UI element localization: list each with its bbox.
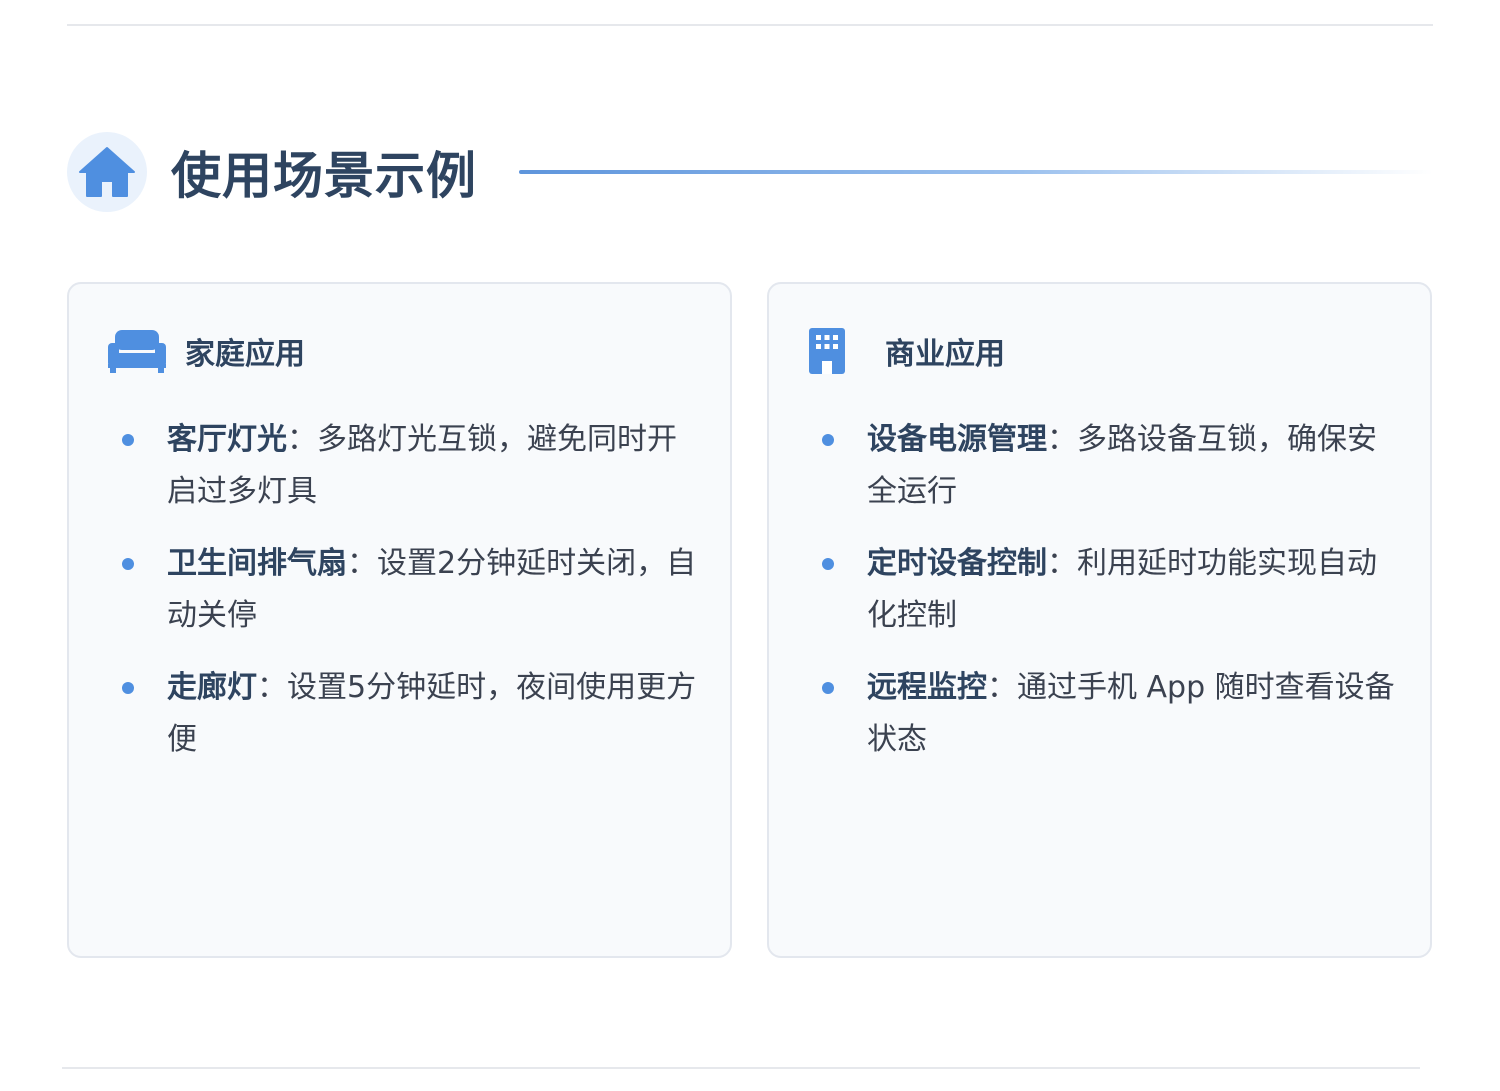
bottom-divider — [62, 1067, 1420, 1069]
bullet-icon — [122, 558, 134, 570]
sofa-icon — [107, 326, 169, 376]
card-header: 商业应用 — [807, 326, 1005, 376]
list-item: 走廊灯：设置5分钟延时，夜间使用更方便 — [69, 662, 730, 766]
scenario-list: 设备电源管理：多路设备互锁，确保安全运行 定时设备控制：利用延时功能实现自动化控… — [769, 414, 1430, 786]
section-title: 使用场景示例 — [171, 147, 477, 205]
item-label: 卫生间排气扇 — [167, 546, 347, 581]
card-header: 家庭应用 — [107, 326, 305, 376]
item-separator: ： — [287, 422, 317, 457]
item-label: 走廊灯 — [167, 670, 257, 705]
page: 使用场景示例 家庭应用 客厅灯光：多路灯光互锁，避免同时开启过多灯具 卫生间排气… — [0, 0, 1500, 1091]
building-icon — [807, 326, 869, 376]
bullet-icon — [822, 682, 834, 694]
list-item: 卫生间排气扇：设置2分钟延时关闭，自动关停 — [69, 538, 730, 642]
list-item: 客厅灯光：多路灯光互锁，避免同时开启过多灯具 — [69, 414, 730, 518]
item-label: 远程监控 — [867, 670, 987, 705]
item-separator: ： — [1047, 422, 1077, 457]
card-title: 家庭应用 — [185, 337, 305, 372]
home-icon — [79, 147, 135, 197]
bullet-icon — [122, 682, 134, 694]
bullet-icon — [822, 434, 834, 446]
bullet-icon — [122, 434, 134, 446]
list-item: 设备电源管理：多路设备互锁，确保安全运行 — [769, 414, 1430, 518]
title-underline — [519, 170, 1433, 174]
card-title: 商业应用 — [885, 337, 1005, 372]
item-label: 定时设备控制 — [867, 546, 1047, 581]
bullet-icon — [822, 558, 834, 570]
item-label: 客厅灯光 — [167, 422, 287, 457]
section-header: 使用场景示例 — [67, 132, 1433, 212]
item-label: 设备电源管理 — [867, 422, 1047, 457]
list-item: 定时设备控制：利用延时功能实现自动化控制 — [769, 538, 1430, 642]
list-item: 远程监控：通过手机 App 随时查看设备状态 — [769, 662, 1430, 766]
top-divider — [67, 24, 1433, 26]
item-separator: ： — [257, 670, 287, 705]
scenario-list: 客厅灯光：多路灯光互锁，避免同时开启过多灯具 卫生间排气扇：设置2分钟延时关闭，… — [69, 414, 730, 786]
item-separator: ： — [987, 670, 1017, 705]
card-business-application: 商业应用 设备电源管理：多路设备互锁，确保安全运行 定时设备控制：利用延时功能实… — [767, 282, 1432, 958]
item-separator: ： — [1047, 546, 1077, 581]
card-home-application: 家庭应用 客厅灯光：多路灯光互锁，避免同时开启过多灯具 卫生间排气扇：设置2分钟… — [67, 282, 732, 958]
home-icon-badge — [67, 132, 147, 212]
item-separator: ： — [347, 546, 377, 581]
